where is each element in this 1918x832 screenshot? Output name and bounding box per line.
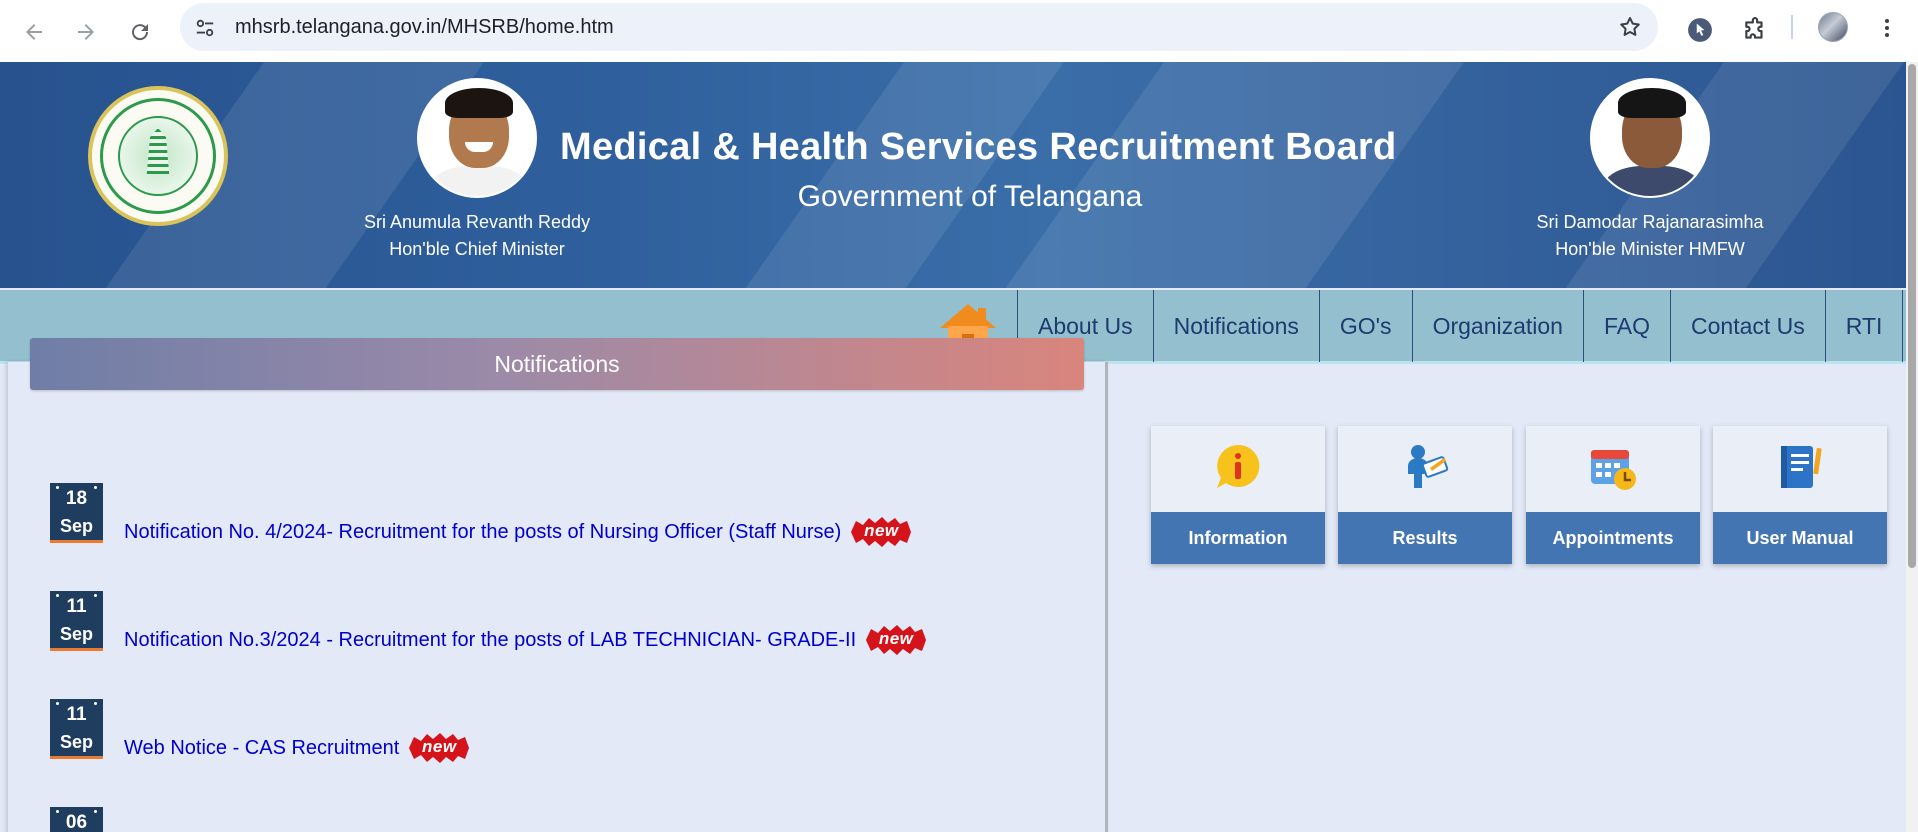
profile-avatar[interactable] bbox=[1818, 12, 1848, 42]
notification-item: 06 bbox=[50, 807, 1090, 832]
bookmark-star-icon[interactable] bbox=[1616, 13, 1644, 41]
arrow-left-icon bbox=[26, 24, 42, 40]
address-bar[interactable]: mhsrb.telangana.gov.in/MHSRB/home.htm bbox=[180, 3, 1658, 51]
notification-item: 11 Sep Notification No.3/2024 - Recruitm… bbox=[50, 591, 1090, 655]
health-minister-name: Sri Damodar Rajanarasimha bbox=[1536, 212, 1764, 232]
extensions-puzzle-icon[interactable] bbox=[1735, 10, 1775, 50]
page-subtitle: Government of Telangana bbox=[797, 180, 1143, 213]
health-minister-photo bbox=[1590, 78, 1710, 198]
chief-minister-role: Hon'ble Chief Minister bbox=[389, 239, 565, 259]
tile-information[interactable]: Information bbox=[1151, 426, 1325, 564]
telangana-emblem-logo bbox=[88, 86, 228, 226]
nav-organization[interactable]: Organization bbox=[1411, 290, 1583, 362]
notifications-heading: Notifications bbox=[30, 338, 1084, 390]
scrollbar-thumb[interactable] bbox=[1908, 64, 1916, 568]
tile-appointments-label: Appointments bbox=[1526, 512, 1700, 564]
nav-contact-us[interactable]: Contact Us bbox=[1670, 290, 1825, 362]
site-info-icon[interactable] bbox=[192, 15, 218, 41]
reload-icon bbox=[132, 24, 149, 41]
new-badge: new bbox=[849, 517, 913, 547]
tile-user-manual[interactable]: User Manual bbox=[1713, 426, 1887, 564]
nav-gos[interactable]: GO's bbox=[1318, 290, 1412, 362]
back-button[interactable] bbox=[12, 10, 56, 54]
results-icon bbox=[1408, 445, 1449, 488]
page-scrollbar[interactable] bbox=[1906, 62, 1918, 832]
date-badge: 11 Sep bbox=[50, 591, 103, 651]
new-badge: new bbox=[864, 625, 928, 655]
tile-results-label: Results bbox=[1338, 512, 1512, 564]
arrow-right-icon bbox=[78, 24, 94, 40]
forward-button[interactable] bbox=[64, 10, 108, 54]
notification-link[interactable]: Notification No.3/2024 - Recruitment for… bbox=[124, 625, 928, 655]
health-minister-role: Hon'ble Minister HMFW bbox=[1555, 239, 1745, 259]
nav-rti[interactable]: RTI bbox=[1824, 290, 1904, 362]
tile-user-manual-label: User Manual bbox=[1713, 512, 1887, 564]
date-badge: 11 Sep bbox=[50, 699, 103, 759]
notification-item: 11 Sep Web Notice - CAS Recruitment new bbox=[50, 699, 1090, 763]
date-badge: 18 Sep bbox=[50, 483, 103, 543]
notification-link[interactable]: Web Notice - CAS Recruitment new bbox=[124, 733, 471, 763]
page-title: Medical & Health Services Recruitment Bo… bbox=[560, 126, 1397, 168]
url-text[interactable]: mhsrb.telangana.gov.in/MHSRB/home.htm bbox=[235, 16, 614, 39]
extension-cursor-icon[interactable] bbox=[1680, 10, 1720, 50]
browser-toolbar: mhsrb.telangana.gov.in/MHSRB/home.htm bbox=[0, 0, 1918, 62]
nav-notifications[interactable]: Notifications bbox=[1152, 290, 1319, 362]
nav-faq[interactable]: FAQ bbox=[1582, 290, 1670, 362]
calendar-icon bbox=[1591, 450, 1636, 490]
tile-information-label: Information bbox=[1151, 512, 1325, 564]
info-icon bbox=[1217, 444, 1260, 488]
tile-appointments[interactable]: Appointments bbox=[1526, 426, 1700, 564]
notification-item: 18 Sep Notification No. 4/2024- Recruitm… bbox=[50, 483, 1090, 547]
toolbar-divider bbox=[1791, 15, 1793, 39]
new-badge: new bbox=[407, 733, 471, 763]
tile-results[interactable]: Results bbox=[1338, 426, 1512, 564]
header-banner: Sri Anumula Revanth Reddy Hon'ble Chief … bbox=[0, 62, 1906, 288]
date-badge: 06 bbox=[50, 807, 103, 832]
chief-minister-photo bbox=[417, 78, 537, 198]
reload-button[interactable] bbox=[118, 10, 162, 54]
notification-link[interactable]: Notification No. 4/2024- Recruitment for… bbox=[124, 517, 913, 547]
more-menu-icon[interactable] bbox=[1872, 10, 1902, 46]
manual-icon bbox=[1781, 446, 1822, 488]
